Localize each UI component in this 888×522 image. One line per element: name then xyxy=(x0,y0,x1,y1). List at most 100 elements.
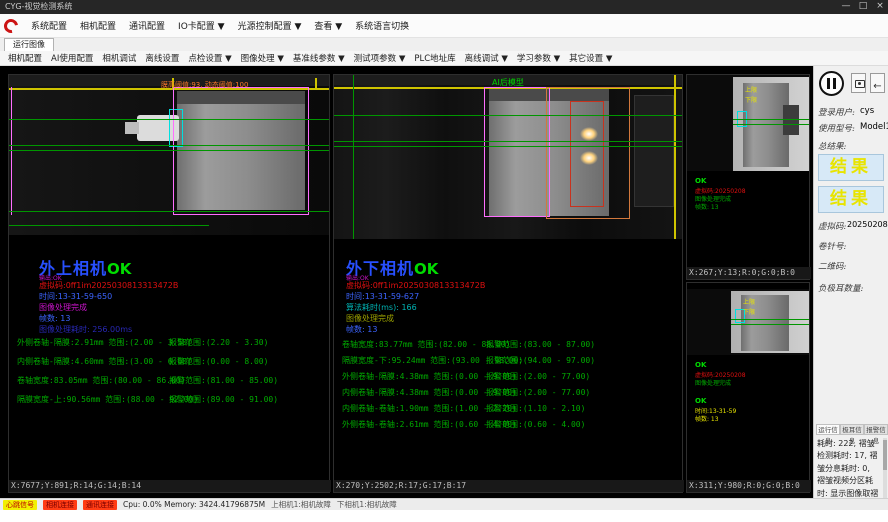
menu-language-switch[interactable]: 系统语言切换 xyxy=(355,19,409,32)
small-status-ok: OK xyxy=(695,177,706,185)
snapshot-button[interactable] xyxy=(851,73,866,93)
measure-row: 卷轴宽度:83.05mm 范围:(80.00 - 86.00) xyxy=(17,375,185,386)
app-window: CYG-视觉检测系统 — □ × 系统配置 相机配置 通讯配置 IO卡配置 ▼ … xyxy=(0,0,888,522)
minimize-icon[interactable]: — xyxy=(838,0,854,14)
alarm-range: 报警范围:(89.00 - 91.00) xyxy=(169,394,278,405)
qr-code-label: 二维码: xyxy=(818,260,846,272)
measure-row: 外侧卷轴-隔膜:2.91mm 范围:(2.00 - 3.50) xyxy=(17,337,192,348)
alarm-range: 报警范围:(2.20 - 3.30) xyxy=(169,337,268,348)
user-label: 登录用户: xyxy=(818,106,855,118)
info-tab-tab[interactable]: 极耳信息 xyxy=(840,424,864,435)
info-tab-alarm[interactable]: 报警信息 xyxy=(864,424,888,435)
camera-image-outer-lower: AI后模型 xyxy=(334,75,682,239)
user-value: cys xyxy=(860,106,874,116)
small-process-line: 图像处理完成 xyxy=(695,378,731,387)
close-icon[interactable]: × xyxy=(872,0,888,14)
menu-bar: 系统配置 相机配置 通讯配置 IO卡配置 ▼ 光源控制配置 ▼ 查看 ▼ 系统语… xyxy=(0,14,888,38)
camera-link-badge: 相机连接 xyxy=(43,500,77,510)
overlay-upper-limit: 上限 xyxy=(743,297,755,306)
menu-system-config[interactable]: 系统配置 xyxy=(31,19,67,32)
tool-ai-use-config[interactable]: AI使用配置 xyxy=(51,52,93,64)
camera-view-outer-lower[interactable]: AI后模型 外下相机OK 输出:OK 虚拟码:0ff1im20250308133… xyxy=(333,74,683,493)
menu-view[interactable]: 查看 ▼ xyxy=(314,19,342,32)
camera-image-small-top: 上限 下限 xyxy=(687,75,809,171)
camera-status-ok: OK xyxy=(414,260,438,278)
tool-other-settings[interactable]: 其它设置 ▼ xyxy=(569,52,612,64)
menu-light-config[interactable]: 光源控制配置 ▼ xyxy=(238,19,302,32)
tab-run-image[interactable]: 运行图像 xyxy=(4,38,54,51)
tool-spotcheck-setting[interactable]: 点检设置 ▼ xyxy=(188,52,231,64)
camera-image-outer-upper: 膜高阈值:93, 动态阈值:100 xyxy=(9,75,329,235)
info-tab-run[interactable]: 运行信息 xyxy=(816,424,840,435)
tool-offline-setting[interactable]: 离线设置 xyxy=(145,52,179,64)
overlay-lower-limit: 下限 xyxy=(743,307,755,316)
result-badge-1: 结果 xyxy=(818,154,884,181)
vcode-label: 虚拟码: xyxy=(818,220,846,232)
tool-camera-debug[interactable]: 相机调试 xyxy=(102,52,136,64)
algo-time-line: 算法耗时(ms): 166 xyxy=(346,302,417,313)
small-status-ok: OK xyxy=(695,361,706,369)
tool-baseline-params[interactable]: 基准线参数 ▼ xyxy=(293,52,345,64)
back-button[interactable]: ← xyxy=(870,73,885,93)
menu-io-config[interactable]: IO卡配置 ▼ xyxy=(178,19,225,32)
threshold-overlay-text: 膜高阈值:93, 动态阈值:100 xyxy=(161,80,248,90)
model-label: 使用型号: xyxy=(818,122,855,134)
tab-strip: 运行图像 xyxy=(0,38,888,52)
alarm-range: 报警范围:(2.00 - 77.00) xyxy=(486,371,590,382)
time-line: 时间:13-31-59-650 xyxy=(39,291,112,302)
alarm-range: 报警范围:(94.00 - 97.00) xyxy=(486,355,595,366)
camera-bottom-fault-status: 下相机1:相机故障 xyxy=(337,499,397,510)
alarm-range: 报警范围:(81.00 - 85.00) xyxy=(169,375,278,386)
tool-test-params[interactable]: 测试项参数 ▼ xyxy=(354,52,406,64)
process-line: 图像处理完成 xyxy=(346,313,394,324)
camera-view-outer-upper[interactable]: 膜高阈值:93, 动态阈值:100 外上相机OK 输出:OK 虚拟码:0ff1i… xyxy=(8,74,330,493)
overlay-lower-limit: 下限 xyxy=(745,95,757,104)
maximize-icon[interactable]: □ xyxy=(855,0,871,14)
control-sidebar: ← 登录用户: cys 使用型号: Model1 总结果: 结果 结果 虚拟码:… xyxy=(813,66,888,498)
pixel-coord-bar: X:267;Y:13;R:0;G:0;B:0 xyxy=(687,267,811,279)
tool-camera-config[interactable]: 相机配置 xyxy=(8,52,42,64)
pause-icon xyxy=(827,78,830,89)
frame-line: 帧数: 13 xyxy=(346,324,377,335)
pixel-coord-bar: X:311;Y:980;R:0;G:0;B:0 xyxy=(687,480,811,492)
barcode-line: 虚拟码:0ff1im2025030813313472B xyxy=(346,280,485,291)
status-bar: 心跳信号 相机连接 通讯连接 Cpu: 0.0% Memory: 3424.41… xyxy=(0,498,888,510)
roi-pink-box xyxy=(173,87,309,215)
alarm-range: 报警范围:(83.00 - 87.00) xyxy=(486,339,595,350)
pin-number-label: 卷针号: xyxy=(818,240,846,252)
camera-icon xyxy=(855,80,865,88)
cpu-memory-status: Cpu: 0.0% Memory: 3424.41796875M xyxy=(123,500,265,509)
tool-image-process[interactable]: 图像处理 ▼ xyxy=(241,52,284,64)
window-title: CYG-视觉检测系统 xyxy=(5,0,72,14)
camera-view-small-bottom[interactable]: 上限 下限 OK 虚拟码:20250208 图像处理完成 OK 时间:13-31… xyxy=(686,282,810,493)
back-arrow-icon: ← xyxy=(873,81,881,92)
barcode-line: 虚拟码:0ff1im2025030813313472B xyxy=(39,280,178,291)
neg-tab-count-label: 负极耳数量: xyxy=(818,282,863,294)
tool-plc-address[interactable]: PLC地址库 xyxy=(414,52,455,64)
guide-line-vertical xyxy=(674,75,676,239)
menu-comm-config[interactable]: 通讯配置 xyxy=(129,19,165,32)
scrollbar-thumb[interactable] xyxy=(883,440,887,470)
total-result-label: 总结果: xyxy=(818,140,846,152)
small-frame-line: 帧数: 13 xyxy=(695,202,719,211)
roi-pink-box xyxy=(484,87,550,217)
app-logo-icon xyxy=(1,16,20,35)
pixel-coord-bar: X:270;Y:2502;R:17;G:17;B:17 xyxy=(334,480,684,492)
title-bar: CYG-视觉检测系统 — □ × xyxy=(0,0,888,14)
time-line: 时间:13-31-59-627 xyxy=(346,291,419,302)
alarm-range: 报警范围:(0.00 - 8.00) xyxy=(169,356,268,367)
toolbar: 相机配置 AI使用配置 相机调试 离线设置 点检设置 ▼ 图像处理 ▼ 基准线参… xyxy=(0,51,888,66)
camera-view-small-top[interactable]: 上限 下限 OK 虚拟码:20250208 图像处理完成 帧数: 13 X:26… xyxy=(686,74,810,280)
pause-button[interactable] xyxy=(819,71,844,96)
tool-offline-debug[interactable]: 离线调试 ▼ xyxy=(465,52,508,64)
process-line: 图像处理完成 xyxy=(39,302,87,313)
heartbeat-badge: 心跳信号 xyxy=(3,500,37,510)
ai-model-label: AI后模型 xyxy=(492,77,524,88)
frame-line: 帧数: 13 xyxy=(39,313,70,324)
measure-row: 内侧卷轴-隔膜:4.60mm 范围:(3.00 - 6.00) xyxy=(17,356,192,367)
camera-status-ok: OK xyxy=(107,260,131,278)
comm-link-badge: 通讯连接 xyxy=(83,500,117,510)
menu-camera-config[interactable]: 相机配置 xyxy=(80,19,116,32)
tool-learn-params[interactable]: 学习参数 ▼ xyxy=(517,52,560,64)
model-value: Model1 xyxy=(860,122,888,132)
